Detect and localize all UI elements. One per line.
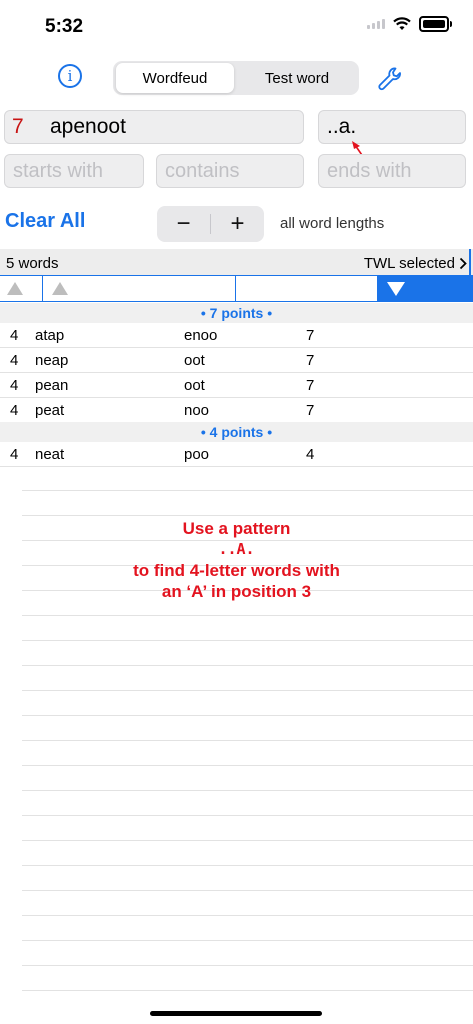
remaining-letters: noo — [184, 402, 210, 419]
sort-ascending-icon — [7, 282, 23, 295]
sort-by-remaining[interactable] — [236, 276, 377, 301]
table-row[interactable]: 4 neap oot 7 — [0, 348, 473, 373]
home-indicator[interactable] — [150, 1011, 322, 1016]
sort-descending-icon — [387, 282, 405, 296]
points: 4 — [306, 446, 315, 463]
row-separator — [22, 965, 473, 966]
points: 7 — [306, 377, 315, 394]
dictionary-selector[interactable]: TWL selected — [364, 255, 467, 272]
increment-button[interactable]: + — [211, 210, 264, 238]
word: neat — [35, 446, 65, 463]
annotation-line-1: Use a pattern — [182, 519, 291, 538]
sort-header — [0, 275, 473, 302]
annotation-line-3: to find 4-letter words with — [133, 561, 340, 580]
word-length-stepper: − + — [157, 206, 264, 242]
points: 7 — [306, 402, 315, 419]
row-separator — [22, 740, 473, 741]
row-separator — [22, 515, 473, 516]
ends-with-placeholder: ends with — [327, 159, 412, 182]
word: neap — [35, 352, 69, 369]
letter-count: 7 — [12, 115, 24, 138]
word: peat — [35, 402, 65, 419]
clear-all-button[interactable]: Clear All — [5, 210, 85, 233]
sort-ascending-icon — [52, 282, 68, 295]
row-separator — [22, 865, 473, 866]
signal-icon — [367, 19, 385, 29]
info-button[interactable]: i — [58, 64, 82, 88]
sort-by-points[interactable] — [377, 276, 473, 301]
word-length: 4 — [10, 327, 19, 344]
table-row[interactable]: 4 peat noo 7 — [0, 398, 473, 423]
contains-input[interactable]: contains — [156, 154, 304, 188]
battery-icon — [419, 16, 452, 32]
row-separator — [22, 690, 473, 691]
wrench-icon[interactable] — [375, 64, 405, 94]
word-length-label: all word lengths — [280, 215, 385, 232]
sort-by-word[interactable] — [43, 276, 236, 301]
table-row[interactable]: 4 atap enoo 7 — [0, 323, 473, 348]
word-length: 4 — [10, 446, 19, 463]
row-separator — [22, 615, 473, 616]
row-separator — [22, 665, 473, 666]
row-separator — [22, 640, 473, 641]
remaining-letters: oot — [184, 352, 205, 369]
points: 7 — [306, 352, 315, 369]
row-separator — [22, 715, 473, 716]
row-separator — [22, 490, 473, 491]
status-icons — [367, 16, 452, 32]
section-header: • 7 points • — [0, 303, 473, 323]
sort-by-length[interactable] — [0, 276, 43, 301]
row-separator — [22, 890, 473, 891]
decrement-button[interactable]: − — [157, 210, 210, 238]
word: pean — [35, 377, 69, 394]
status-time: 5:32 — [45, 16, 84, 37]
letters-value: apenoot — [50, 115, 126, 138]
contains-placeholder: contains — [165, 159, 240, 182]
row-separator — [22, 790, 473, 791]
section-header: • 4 points • — [0, 422, 473, 442]
remaining-letters: enoo — [184, 327, 218, 344]
word-count: 5 words — [6, 255, 59, 272]
letters-input[interactable]: 7 apenoot — [4, 110, 304, 144]
dictionary-label: TWL selected — [363, 255, 455, 272]
mode-segmented-control: Wordfeud Test word — [113, 61, 359, 95]
word-length: 4 — [10, 352, 19, 369]
scroll-indicator — [469, 249, 471, 275]
word-length: 4 — [10, 377, 19, 394]
wifi-icon — [393, 17, 411, 30]
info-icon: i — [67, 67, 73, 85]
annotation-line-4: an ‘A’ in position 3 — [161, 582, 312, 601]
table-row[interactable]: 4 pean oot 7 — [0, 373, 473, 398]
row-separator — [22, 915, 473, 916]
tab-wordfeud[interactable]: Wordfeud — [116, 63, 234, 93]
remaining-letters: poo — [184, 446, 210, 463]
annotation-pattern: ..A. — [218, 540, 255, 558]
starts-with-input[interactable]: starts with — [4, 154, 144, 188]
row-separator — [22, 990, 473, 991]
starts-with-placeholder: starts with — [13, 159, 104, 182]
row-separator — [22, 765, 473, 766]
points: 7 — [306, 327, 315, 344]
tab-test-word[interactable]: Test word — [237, 63, 357, 93]
word: atap — [35, 327, 65, 344]
row-separator — [22, 940, 473, 941]
chevron-right-icon — [459, 257, 467, 270]
remaining-letters: oot — [184, 377, 205, 394]
word-length: 4 — [10, 402, 19, 419]
ends-with-input[interactable]: ends with — [318, 154, 466, 188]
row-separator — [22, 815, 473, 816]
pattern-annotation: Use a pattern ..A. to find 4-letter word… — [100, 518, 373, 602]
row-separator — [22, 840, 473, 841]
table-row[interactable]: 4 neat poo 4 — [0, 442, 473, 467]
